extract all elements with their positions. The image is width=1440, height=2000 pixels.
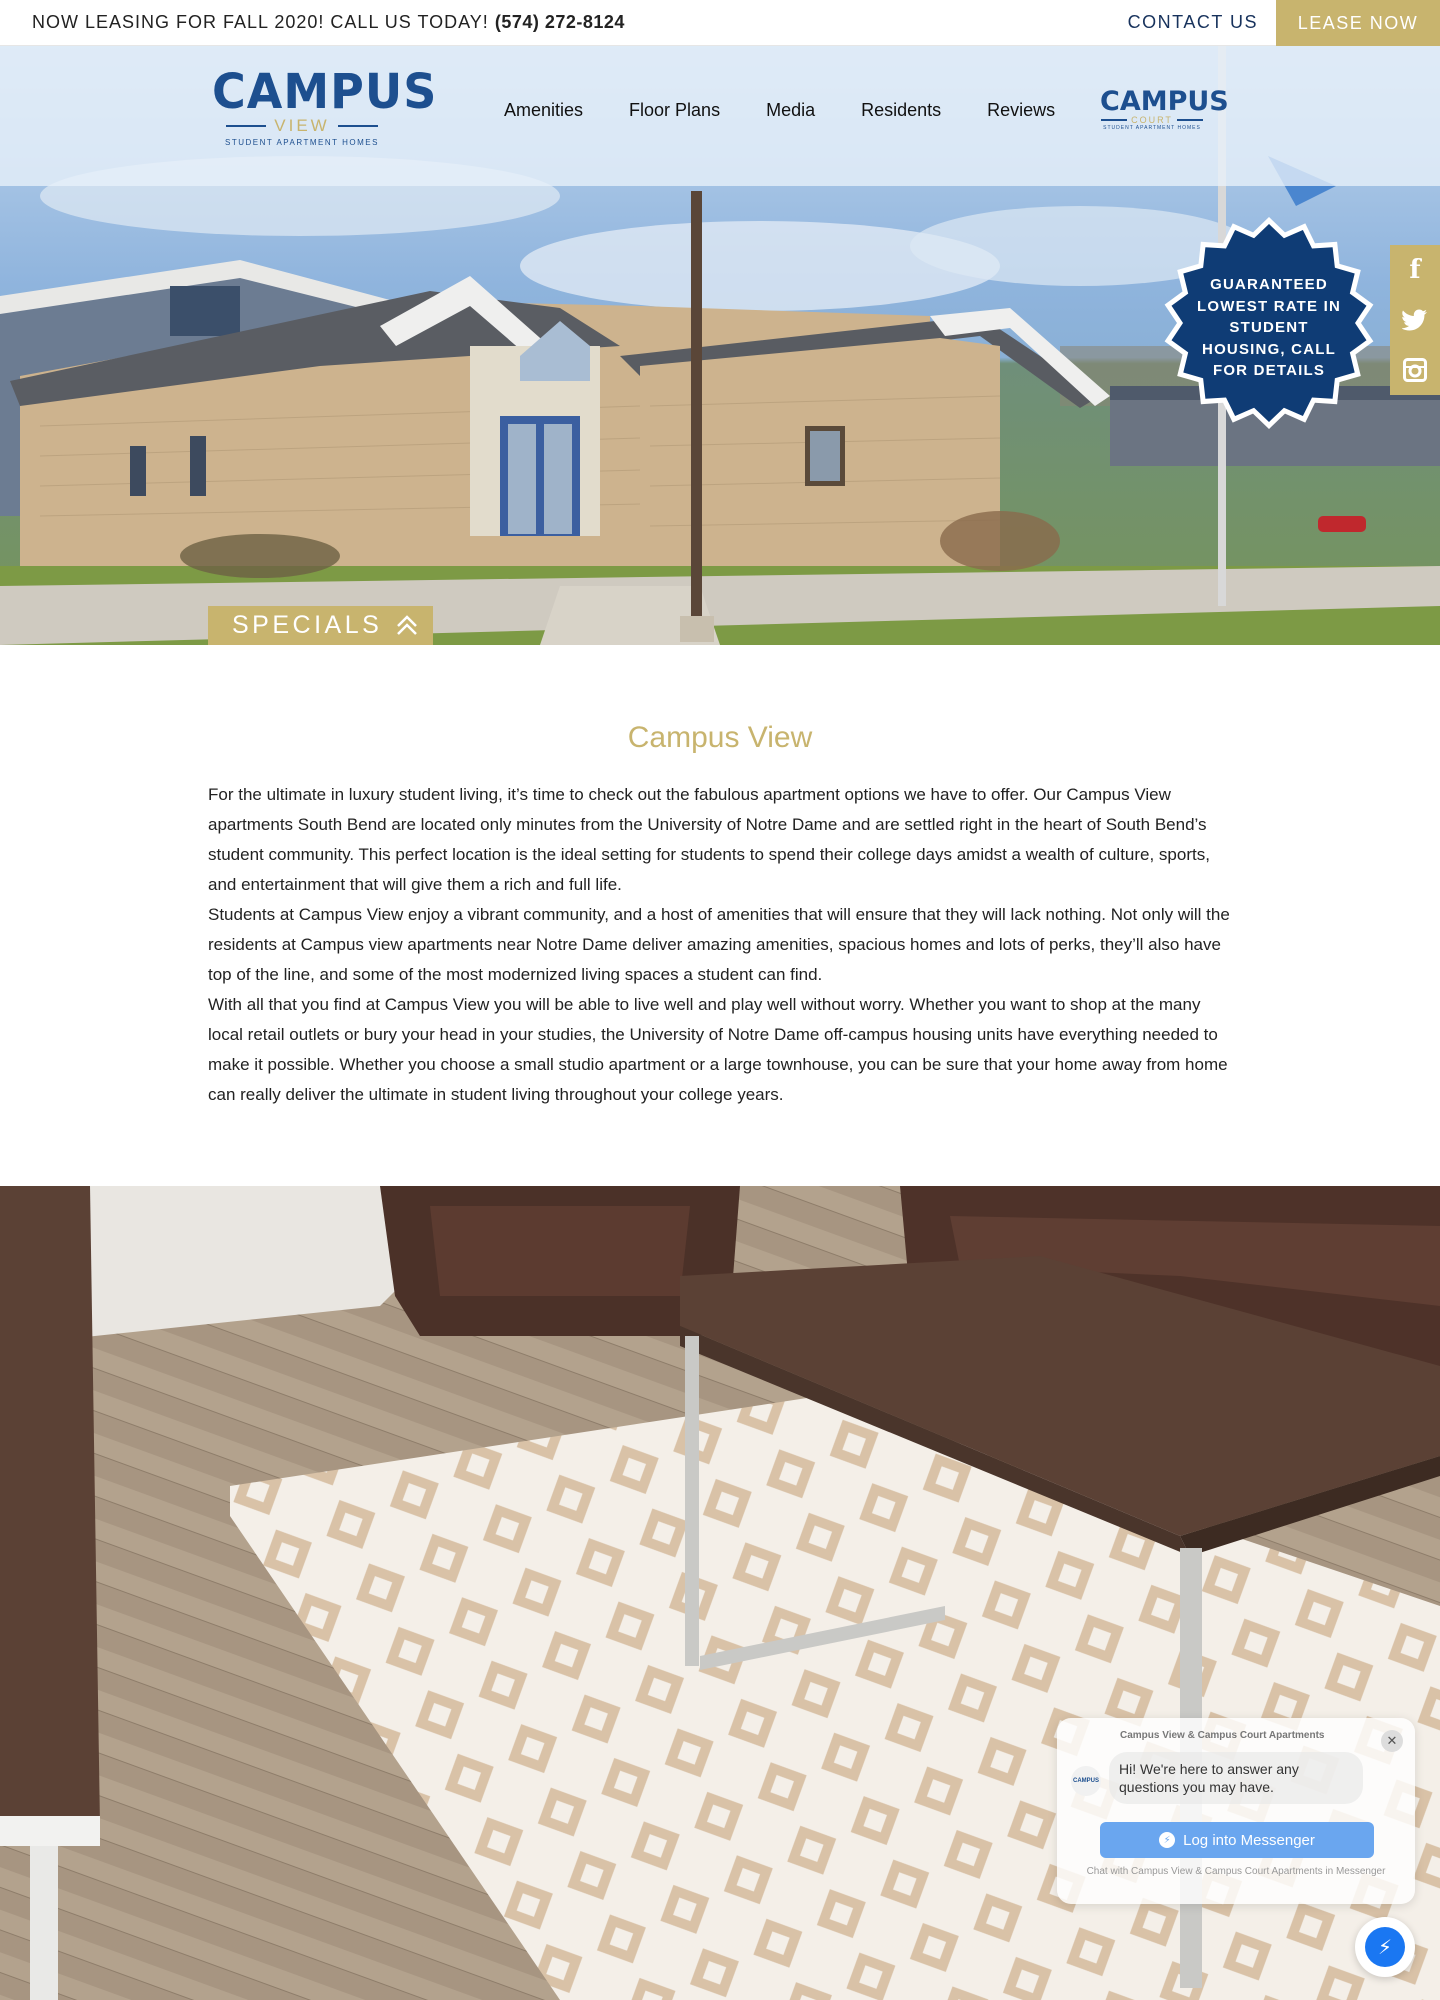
social-links: f xyxy=(1390,245,1440,395)
page-avatar: CAMPUS xyxy=(1071,1766,1101,1796)
log-into-messenger-label: Log into Messenger xyxy=(1183,1831,1315,1849)
lowest-rate-badge: GUARANTEED LOWEST RATE IN STUDENT HOUSIN… xyxy=(1162,216,1376,430)
phone-link[interactable]: (574) 272-8124 xyxy=(495,12,625,32)
logo-tagline: STUDENT APARTMENT HOMES xyxy=(225,138,379,147)
messenger-page-name: Campus View & Campus Court Apartments xyxy=(1120,1730,1325,1741)
campus-court-logo[interactable]: CAMPUS COURT STUDENT APARTMENT HOMES xyxy=(1100,86,1229,136)
campus-view-logo[interactable]: CAMPUS VIEW STUDENT APARTMENT HOMES xyxy=(212,62,438,152)
messenger-greeting: Hi! We're here to answer any questions y… xyxy=(1109,1752,1363,1804)
intro-paragraph-1: For the ultimate in luxury student livin… xyxy=(208,785,1210,894)
specials-tab[interactable]: SPECIALS xyxy=(208,606,433,645)
court-logo-subword: COURT xyxy=(1131,115,1173,125)
nav-item-media[interactable]: Media xyxy=(766,100,815,121)
facebook-icon[interactable]: f xyxy=(1390,245,1440,295)
messenger-chat-popup: Campus View & Campus Court Apartments ✕ … xyxy=(1057,1718,1415,1904)
badge-text: GUARANTEED LOWEST RATE IN STUDENT HOUSIN… xyxy=(1196,276,1341,379)
top-bar: NOW LEASING FOR FALL 2020! CALL US TODAY… xyxy=(0,0,1440,46)
court-logo-tagline: STUDENT APARTMENT HOMES xyxy=(1103,125,1201,131)
log-into-messenger-button[interactable]: ⚡ Log into Messenger xyxy=(1100,1822,1374,1858)
announcement-text: NOW LEASING FOR FALL 2020! CALL US TODAY… xyxy=(32,12,489,32)
logo-wordmark: CAMPUS xyxy=(212,62,438,120)
lease-now-button[interactable]: LEASE NOW xyxy=(1276,0,1440,46)
court-logo-wordmark: CAMPUS xyxy=(1100,86,1229,117)
main-nav: Amenities Floor Plans Media Residents Re… xyxy=(504,100,1055,121)
close-icon[interactable]: ✕ xyxy=(1381,1730,1403,1752)
specials-label: SPECIALS xyxy=(232,611,383,639)
nav-item-floor-plans[interactable]: Floor Plans xyxy=(629,100,720,121)
instagram-icon[interactable] xyxy=(1390,345,1440,395)
page-title: Campus View xyxy=(627,721,813,754)
intro-section: Campus View For the ultimate in luxury s… xyxy=(208,645,1232,1110)
messenger-launcher-button[interactable]: ⚡ xyxy=(1355,1917,1415,1977)
leasing-announcement: NOW LEASING FOR FALL 2020! CALL US TODAY… xyxy=(32,12,625,33)
intro-body: For the ultimate in luxury student livin… xyxy=(208,780,1232,1110)
nav-item-residents[interactable]: Residents xyxy=(861,100,941,121)
contact-us-link[interactable]: CONTACT US xyxy=(1128,12,1258,33)
messenger-footer: Chat with Campus View & Campus Court Apa… xyxy=(1086,1866,1386,1877)
messenger-icon: ⚡ xyxy=(1159,1832,1176,1848)
twitter-icon[interactable] xyxy=(1390,295,1440,345)
messenger-icon: ⚡ xyxy=(1365,1927,1405,1967)
chevron-up-double-icon xyxy=(397,614,418,635)
nav-item-amenities[interactable]: Amenities xyxy=(504,100,583,121)
nav-item-reviews[interactable]: Reviews xyxy=(987,100,1055,121)
intro-paragraph-2: Students at Campus View enjoy a vibrant … xyxy=(208,905,1230,984)
intro-paragraph-3: With all that you find at Campus View yo… xyxy=(208,995,1228,1104)
